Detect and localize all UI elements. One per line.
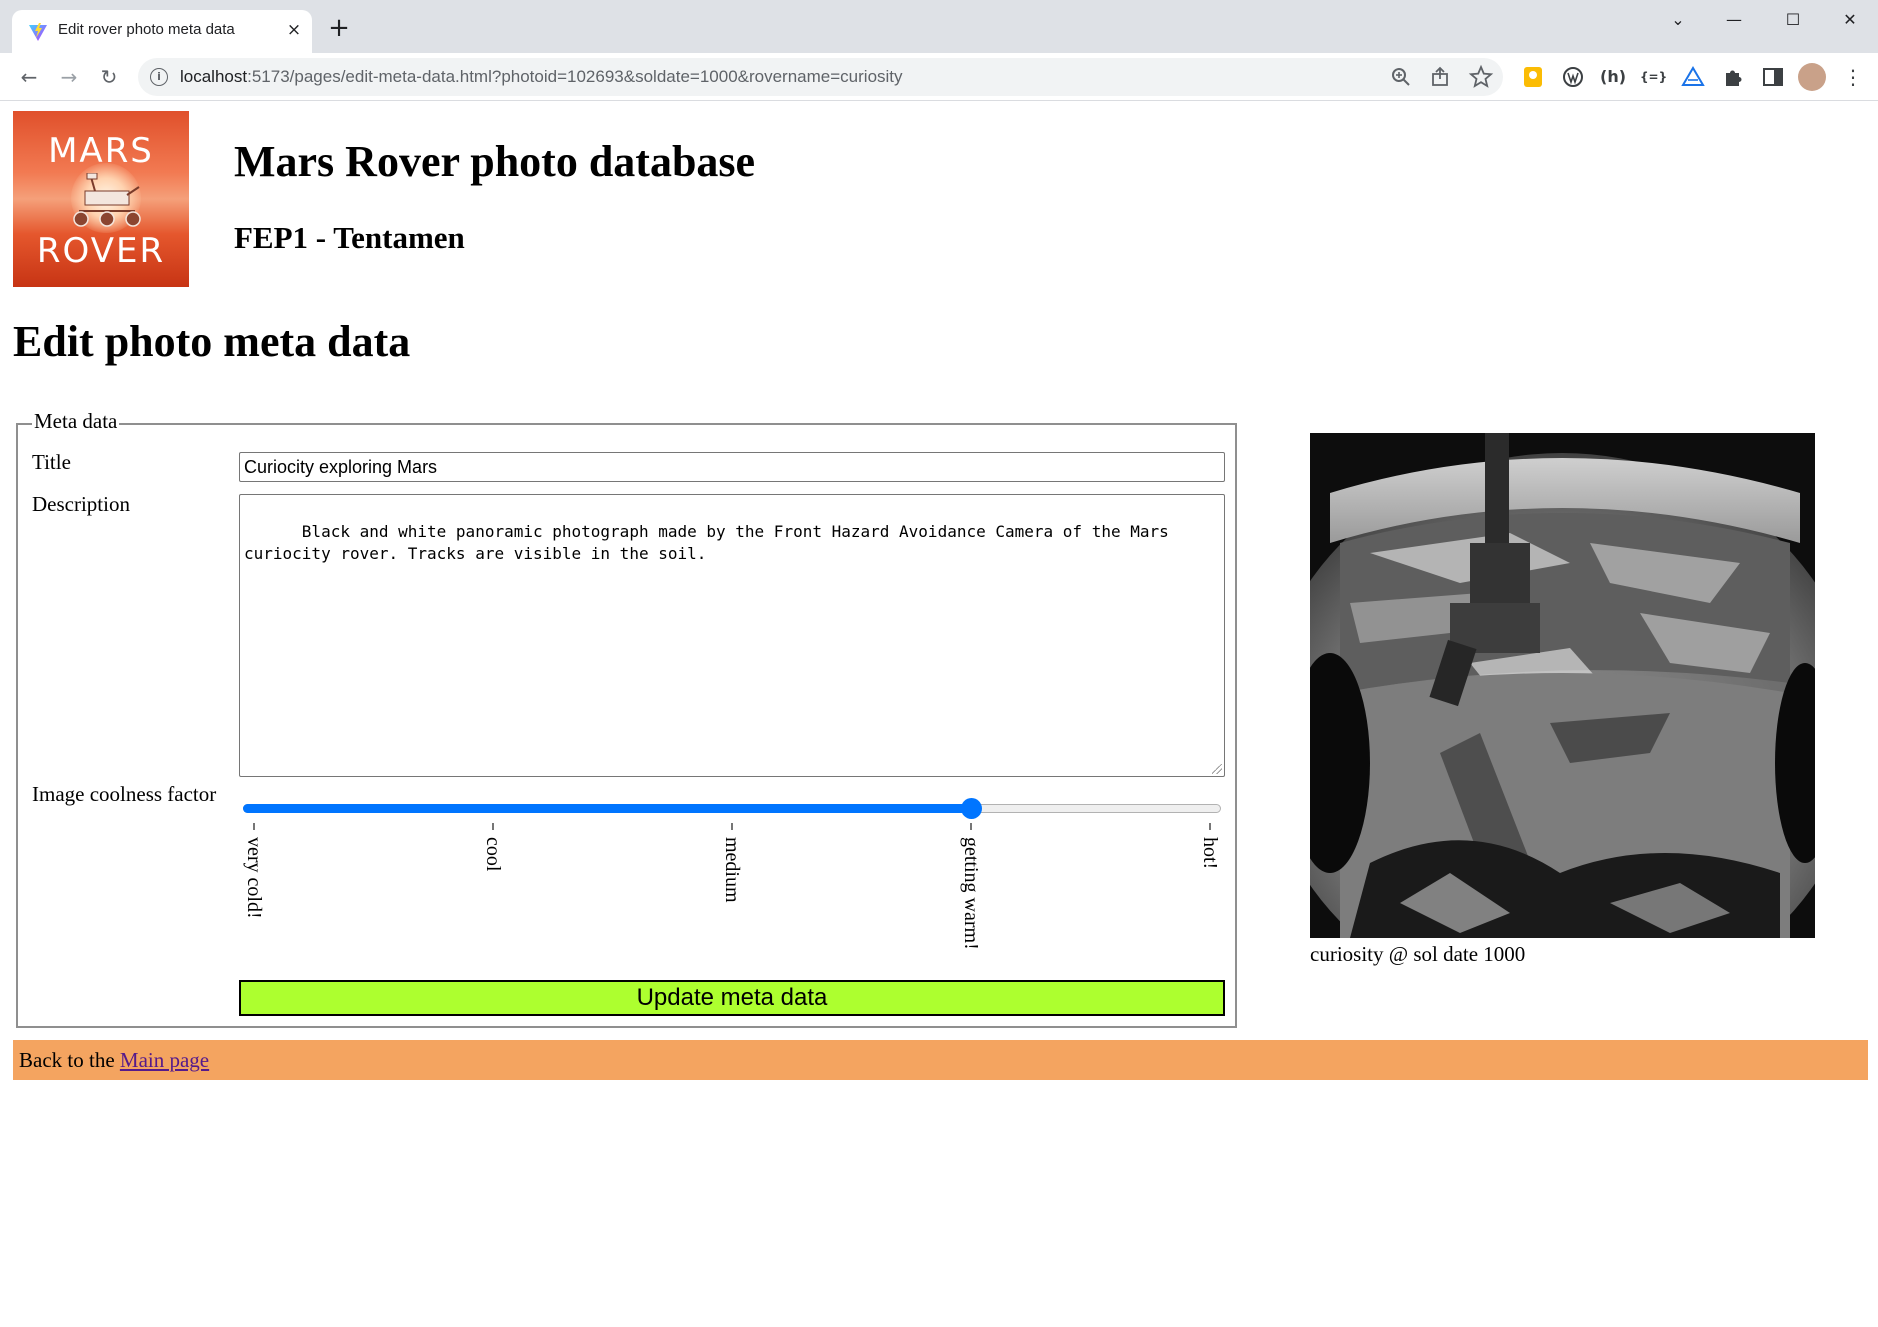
page-title: Edit photo meta data xyxy=(13,317,411,366)
coolness-option-very-cold: very cold! xyxy=(243,837,265,919)
vite-favicon-icon xyxy=(29,23,47,41)
browser-tab-strip: Edit rover photo meta data × + ⌄ — ☐ ✕ xyxy=(0,0,1878,53)
keep-extension-icon[interactable] xyxy=(1520,64,1546,90)
tab-close-icon[interactable]: × xyxy=(282,18,306,42)
site-info-icon[interactable]: i xyxy=(150,68,168,86)
puzzle-extensions-icon[interactable] xyxy=(1720,64,1746,90)
slider-tick xyxy=(253,823,255,830)
title-label: Title xyxy=(32,450,71,474)
title-input[interactable]: Curiocity exploring Mars xyxy=(239,452,1225,482)
tab-search-icon[interactable]: ⌄ xyxy=(1658,8,1698,32)
slider-thumb[interactable] xyxy=(961,798,982,819)
slider-tick xyxy=(731,823,733,830)
slider-fill xyxy=(243,804,971,813)
json-extension-icon[interactable]: {=} xyxy=(1640,64,1667,90)
url-text[interactable]: localhost:5173/pages/edit-meta-data.html… xyxy=(180,67,903,87)
share-icon[interactable] xyxy=(1428,64,1454,90)
coolness-slider[interactable] xyxy=(243,797,1221,821)
drive-extension-icon[interactable] xyxy=(1680,64,1706,90)
fieldset-legend: Meta data xyxy=(32,409,120,434)
coolness-option-hot: hot! xyxy=(1199,837,1221,870)
coolness-label: Image coolness factor xyxy=(32,782,217,806)
site-title: Mars Rover photo database xyxy=(234,137,756,186)
slider-tick xyxy=(970,823,972,830)
profile-avatar[interactable] xyxy=(1798,63,1826,91)
chrome-menu-icon[interactable]: ⋮ xyxy=(1840,64,1866,90)
logo-text-bottom: ROVER xyxy=(36,231,166,271)
minimize-icon[interactable]: — xyxy=(1714,8,1754,32)
wordpress-extension-icon[interactable] xyxy=(1560,64,1586,90)
close-window-icon[interactable]: ✕ xyxy=(1830,8,1870,32)
rover-photo-image xyxy=(1310,433,1815,938)
description-textarea[interactable]: Black and white panoramic photograph mad… xyxy=(239,494,1225,777)
side-panel-icon[interactable] xyxy=(1760,64,1786,90)
description-text: Black and white panoramic photograph mad… xyxy=(244,522,1169,563)
site-subtitle: FEP1 - Tentamen xyxy=(234,220,465,255)
url-path: :5173/pages/edit-meta-data.html?photoid=… xyxy=(247,67,903,86)
url-host: localhost xyxy=(180,67,248,86)
zoom-icon[interactable] xyxy=(1388,64,1414,90)
hook-extension-icon[interactable]: (h) xyxy=(1600,64,1626,90)
footer-bar: Back to the Main page xyxy=(13,1040,1868,1080)
reload-icon[interactable]: ↻ xyxy=(95,63,123,91)
new-tab-icon[interactable]: + xyxy=(326,15,352,42)
address-bar[interactable]: i localhost:5173/pages/edit-meta-data.ht… xyxy=(138,58,1503,96)
slider-tick xyxy=(492,823,494,830)
footer-text: Back to the xyxy=(19,1048,120,1072)
mars-rover-logo: MARS ROVER xyxy=(13,111,189,287)
coolness-option-getting-warm: getting warm! xyxy=(960,837,982,950)
forward-icon[interactable]: → xyxy=(55,63,83,91)
meta-data-fieldset: Meta data Title Curiocity exploring Mars… xyxy=(16,409,1237,1028)
tab-title: Edit rover photo meta data xyxy=(58,21,235,38)
browser-toolbar: ← → ↻ i localhost:5173/pages/edit-meta-d… xyxy=(0,53,1878,101)
coolness-option-cool: cool xyxy=(482,837,504,872)
logo-text-top: MARS xyxy=(48,131,154,171)
browser-tab[interactable]: Edit rover photo meta data × xyxy=(12,10,312,53)
back-icon[interactable]: ← xyxy=(15,63,43,91)
rover-illustration-icon xyxy=(73,173,141,227)
rover-photo xyxy=(1310,433,1815,938)
description-label: Description xyxy=(32,492,130,516)
coolness-option-medium: medium xyxy=(721,837,743,903)
update-meta-data-button[interactable]: Update meta data xyxy=(239,980,1225,1016)
bookmark-star-icon[interactable] xyxy=(1468,64,1494,90)
page-content: MARS ROVER Mars Rover photo database FEP… xyxy=(0,102,1878,1327)
slider-tick xyxy=(1209,823,1211,830)
resize-grip-icon[interactable] xyxy=(1212,764,1222,774)
maximize-icon[interactable]: ☐ xyxy=(1773,8,1813,32)
photo-caption: curiosity @ sol date 1000 xyxy=(1310,942,1526,966)
main-page-link[interactable]: Main page xyxy=(120,1048,209,1072)
